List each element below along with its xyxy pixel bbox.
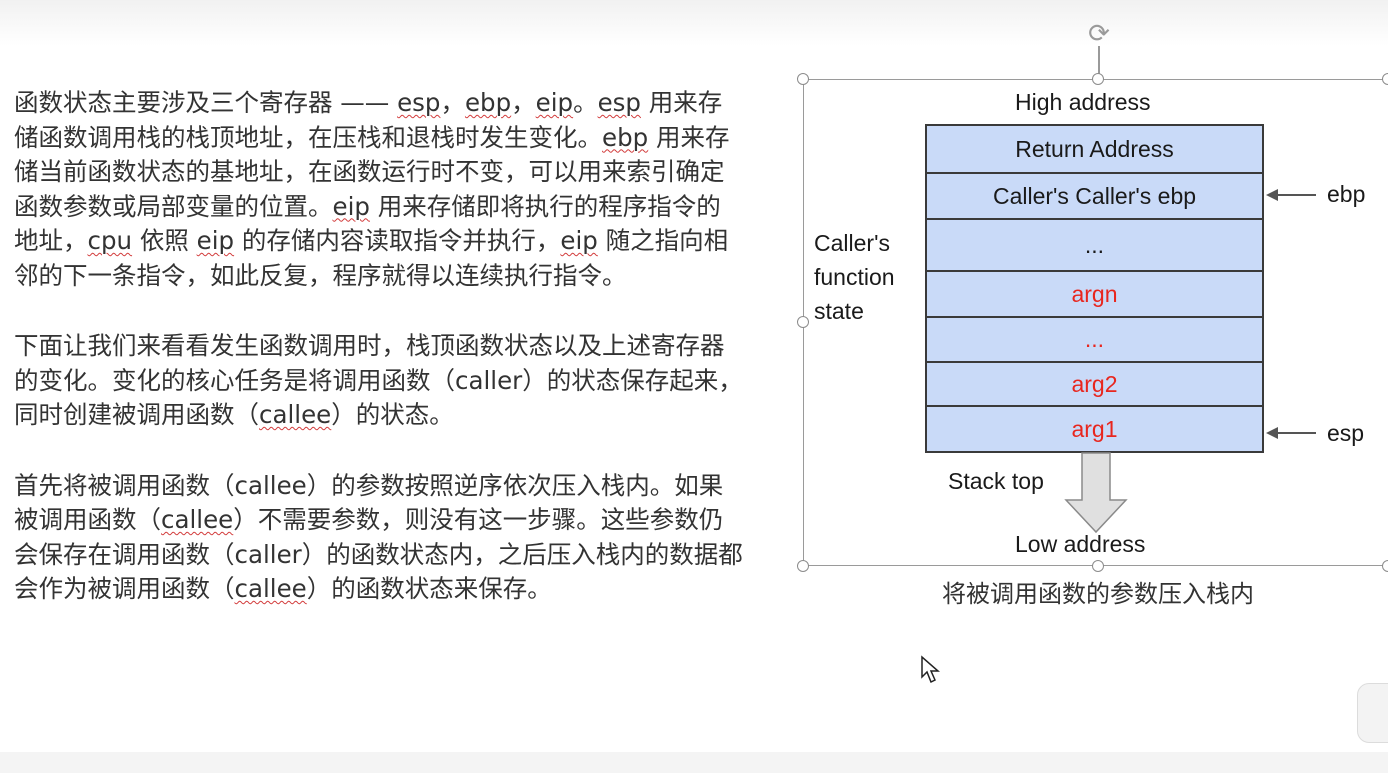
stack-cell-return-address: Return Address [927, 126, 1262, 174]
text-segment: ）的状态。 [331, 400, 454, 429]
stack-top-down-arrow-icon [1064, 452, 1128, 534]
spellcheck-word: callee [259, 400, 332, 429]
article-text: 函数状态主要涉及三个寄存器 —— esp，ebp，eip。esp 用来存储函数调… [14, 86, 744, 643]
low-address-label: Low address [1015, 531, 1146, 557]
resize-handle-middle-left[interactable] [797, 316, 809, 328]
spellcheck-word: cpu [87, 226, 133, 255]
esp-label: esp [1327, 420, 1365, 446]
caller-state-label-line3: state [814, 298, 864, 324]
text-segment: 函数状态主要涉及三个寄存器 —— [14, 88, 398, 117]
resize-handle-bottom-right[interactable] [1382, 560, 1388, 572]
resize-handle-bottom-center[interactable] [1092, 560, 1104, 572]
diagram-caption: 将被调用函数的参数压入栈内 [942, 580, 1254, 608]
paragraph-registers: 函数状态主要涉及三个寄存器 —— esp，ebp，eip。esp 用来存储函数调… [14, 86, 744, 293]
text-segment: 依照 [132, 226, 197, 255]
stack-cell-arg2: arg2 [927, 363, 1262, 407]
spellcheck-word: eip [196, 226, 235, 255]
bottom-bar-shade [0, 752, 1388, 773]
resize-handle-top-right[interactable] [1382, 73, 1388, 85]
esp-arrow-line [1276, 432, 1316, 434]
text-segment: ， [440, 88, 465, 117]
resize-handle-top-left[interactable] [797, 73, 809, 85]
spellcheck-word: eip [332, 191, 370, 221]
text-segment: 。 [573, 88, 598, 117]
spellcheck-word: esp [597, 88, 641, 117]
stack-diagram: Return Address Caller's Caller's ebp ...… [925, 124, 1264, 453]
ebp-arrow-line [1276, 194, 1316, 196]
stack-cell-callers-ebp: Caller's Caller's ebp [927, 174, 1262, 220]
resize-handle-bottom-left[interactable] [797, 560, 809, 572]
stack-cell-arg1: arg1 [1071, 416, 1118, 442]
spellcheck-word: eip [535, 88, 574, 117]
spellcheck-word: ebp [464, 88, 512, 117]
high-address-label: High address [1015, 89, 1151, 115]
ebp-label: ebp [1327, 181, 1366, 207]
resize-handle-top-center[interactable] [1092, 73, 1104, 85]
rotate-handle-stem [1098, 46, 1100, 74]
spellcheck-word: callee [234, 574, 307, 603]
spellcheck-word: callee [161, 505, 234, 534]
caller-state-label-line2: function [814, 264, 895, 290]
caller-state-label-line1: Caller's [814, 230, 890, 256]
stack-cell-argn: argn [927, 272, 1262, 318]
paragraph-call-overview: 下面让我们来看看发生函数调用时，栈顶函数状态以及上述寄存器的变化。变化的核心任务… [14, 329, 744, 433]
text-segment: ， [511, 88, 536, 117]
top-bar-shade [0, 0, 1388, 46]
stack-cell-args-ellipsis: ... [927, 318, 1262, 363]
text-segment: 的存储内容读取指令并执行， [234, 226, 561, 255]
floating-panel-button[interactable] [1357, 683, 1388, 743]
text-segment: ）的函数状态来保存。 [306, 574, 552, 603]
spellcheck-word: eip [560, 226, 598, 255]
spellcheck-word: esp [397, 88, 441, 117]
stack-cell-ellipsis: ... [927, 220, 1262, 272]
paragraph-push-args: 首先将被调用函数（callee）的参数按照逆序依次压入栈内。如果被调用函数（ca… [14, 469, 744, 607]
spellcheck-word: ebp [602, 122, 649, 152]
mouse-cursor-icon [921, 655, 940, 684]
stack-top-label: Stack top [948, 468, 1044, 494]
